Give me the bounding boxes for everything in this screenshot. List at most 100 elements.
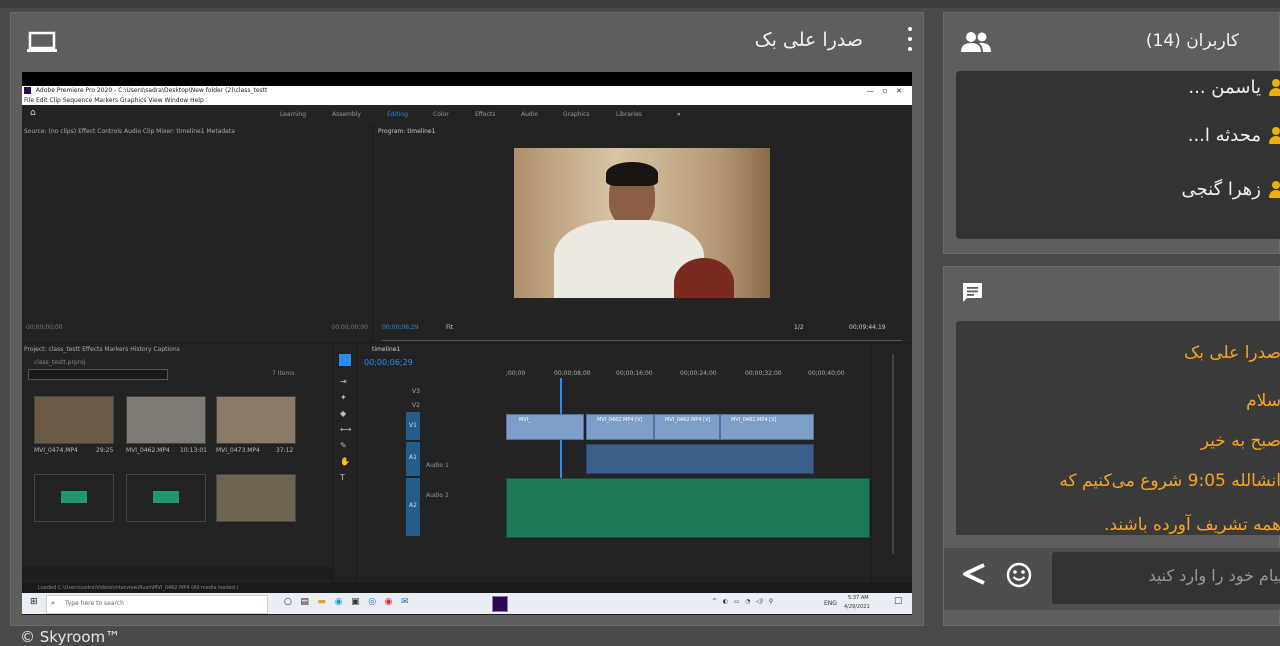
windows-taskbar: ⊞ ⌕ Type here to search ○ ▤ ▬ ◉ ▣ ◎ ◉ ✉ …	[22, 593, 912, 614]
timeline-panel: timeline1 00;00;06;29 ;00;00 00;00;08;00…	[358, 344, 870, 582]
premiere-window: Adobe Premiere Pro 2020 - C:\Users\sadra…	[22, 86, 912, 615]
clock-time: 5:37 AM	[848, 595, 869, 601]
video-clip[interactable]: MVI_	[506, 414, 584, 440]
clip-duration: 10:13:01	[180, 447, 207, 454]
selection-tool-icon[interactable]	[339, 354, 351, 366]
tools-panel: ⇥ ✦ ◆ ⟷ ✎ ✋ T	[334, 344, 356, 582]
laptop-icon	[27, 31, 57, 52]
project-tabs[interactable]: Project: class_testt Effects Markers His…	[24, 346, 180, 353]
meter-bar	[892, 354, 894, 554]
video-clip[interactable]: MVI_0462.MP4 [V]	[720, 414, 814, 440]
user-item[interactable]: محدثه ا...	[1188, 125, 1280, 146]
chat-input-placeholder: پیام خود را وارد کنید	[1148, 566, 1280, 585]
ws-learning[interactable]: Learning	[280, 111, 306, 118]
video-clip-name: MVI_	[519, 417, 531, 423]
top-strip	[0, 0, 1280, 8]
ruler-tick: 00;00;16;00	[616, 370, 653, 377]
ruler-tick: ;00;00	[506, 370, 526, 377]
program-ratio[interactable]: 1/2	[794, 324, 804, 331]
chat-message: همه تشریف آورده باشند.	[1104, 515, 1280, 535]
taskbar-app-icons[interactable]: ○ ▤ ▬ ◉ ▣ ◎ ◉ ✉	[284, 597, 409, 607]
ruler-tick: 00;00;40;00	[808, 370, 845, 377]
search-icon: ⌕	[51, 599, 55, 607]
chat-messages: صدرا علی بک سلام صبح به خیر انشالله 9:05…	[956, 321, 1280, 535]
ruler-tick: 00;00;24;00	[680, 370, 717, 377]
audio-clip-a2[interactable]	[506, 478, 870, 538]
send-icon[interactable]	[962, 563, 986, 585]
video-clip[interactable]: MVI_0462.MP4 [V]	[654, 414, 720, 440]
track-label: V3	[412, 388, 420, 395]
user-name: یاسمن ...	[1188, 77, 1261, 98]
clip-duration: 37:12	[276, 447, 294, 454]
project-search-input[interactable]	[28, 369, 168, 380]
premiere-logo-icon	[24, 87, 31, 94]
audio-clip-a1[interactable]	[586, 444, 814, 474]
clip-name: MVI_0474.MP4	[34, 447, 78, 454]
chat-message-input[interactable]: پیام خود را وارد کنید	[1052, 552, 1280, 604]
person-hair	[606, 162, 658, 186]
clip-thumbnail[interactable]	[126, 396, 206, 444]
window-controls[interactable]: — ▫ ✕	[867, 86, 902, 96]
audio-clip-thumbnail[interactable]	[34, 474, 114, 522]
ws-color[interactable]: Color	[433, 111, 449, 118]
more-workspaces-icon[interactable]: »	[677, 111, 681, 118]
program-timecode[interactable]: 00;00;06;29	[382, 324, 419, 331]
clip-thumbnail[interactable]	[34, 396, 114, 444]
ruler-tick: 00;00;32;00	[745, 370, 782, 377]
taskbar-search[interactable]: ⌕ Type here to search	[46, 595, 268, 614]
user-icon	[1269, 78, 1280, 97]
ws-effects[interactable]: Effects	[475, 111, 495, 118]
chat-message: صبح به خیر	[1200, 431, 1280, 451]
source-tabs[interactable]: Source: (no clips) Effect Controls Audio…	[24, 128, 235, 135]
chat-message: انشالله 9:05 شروع می‌کنیم که	[1059, 471, 1280, 491]
system-tray-icons[interactable]: ^ ◐ ▭ ◔ ◁) ⚲	[712, 598, 773, 605]
project-panel: Project: class_testt Effects Markers His…	[22, 344, 332, 582]
timeline-timecode[interactable]: 00;00;06;29	[364, 358, 413, 367]
user-name: محدثه ا...	[1187, 125, 1261, 146]
window-title: Adobe Premiere Pro 2020 - C:\Users\sadra…	[35, 87, 268, 94]
users-list: یاسمن ... محدثه ا... زهرا گنجی	[956, 71, 1280, 239]
user-icon	[1269, 126, 1280, 145]
audio-track-name: Audio 1	[426, 462, 449, 469]
program-video-frame	[514, 148, 770, 298]
track-label: A2	[409, 502, 417, 509]
tool-icons[interactable]: ⇥ ✦ ◆ ⟷ ✎ ✋ T	[340, 374, 351, 486]
clip-thumbnail[interactable]	[216, 474, 296, 522]
ws-editing[interactable]: Editing	[387, 111, 408, 118]
track-label: V1	[409, 422, 417, 429]
ws-audio[interactable]: Audio	[521, 111, 538, 118]
project-toolbar[interactable]	[22, 566, 332, 580]
audio-track-name: Audio 2	[426, 492, 449, 499]
emoji-icon[interactable]	[1006, 562, 1032, 588]
status-bar: Loaded C:\Users\sadra\Videos\interview\R…	[22, 583, 912, 593]
user-item[interactable]: یاسمن ...	[1188, 77, 1280, 98]
menu-bar[interactable]: File Edit Clip Sequence Markers Graphics…	[22, 96, 912, 105]
screen-share-panel: صدرا علی بک Adobe Premiere Pro 2020 - C:…	[10, 12, 924, 626]
ws-libraries[interactable]: Libraries	[616, 111, 642, 118]
chair	[674, 258, 734, 298]
more-options-icon[interactable]	[907, 27, 913, 51]
program-scrubber[interactable]	[382, 336, 902, 341]
audio-clip-thumbnail[interactable]	[126, 474, 206, 522]
language-indicator[interactable]: ENG	[824, 600, 837, 607]
notifications-icon[interactable]: ☐	[894, 597, 902, 607]
video-clip-name: MVI_0462.MP4 [V]	[731, 417, 777, 423]
video-clip-name: MVI_0462.MP4 [V]	[665, 417, 711, 423]
premiere-taskbar-icon[interactable]	[492, 596, 508, 612]
program-fit[interactable]: Fit	[446, 324, 453, 331]
clip-thumbnail[interactable]	[216, 396, 296, 444]
timeline-tab[interactable]: timeline1	[372, 346, 400, 353]
program-duration: 00;09;44;19	[849, 324, 886, 331]
chat-panel: صدرا علی بک سلام صبح به خیر انشالله 9:05…	[943, 266, 1280, 626]
program-label[interactable]: Program: timeline1	[378, 128, 435, 135]
user-item[interactable]: زهرا گنجی	[1182, 179, 1280, 200]
home-icon[interactable]: ⌂	[30, 108, 36, 118]
clock-date: 4/29/2021	[844, 604, 870, 610]
chat-message: سلام	[1246, 391, 1280, 411]
ws-graphics[interactable]: Graphics	[563, 111, 590, 118]
video-clip[interactable]: MVI_0462.MP4 [V]	[586, 414, 654, 440]
menu-items[interactable]: File Edit Clip Sequence Markers Graphics…	[24, 97, 204, 104]
ws-assembly[interactable]: Assembly	[332, 111, 361, 118]
clip-duration: 29:25	[96, 447, 114, 454]
windows-start-icon[interactable]: ⊞	[30, 597, 38, 607]
